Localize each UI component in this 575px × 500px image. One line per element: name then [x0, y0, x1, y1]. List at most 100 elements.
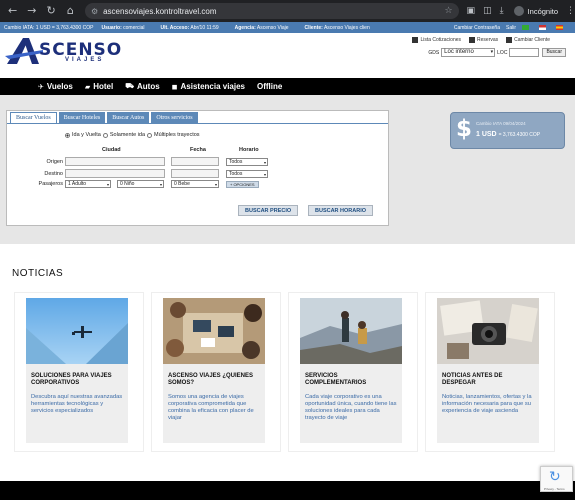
recaptcha-terms[interactable]: Privacy - Terms	[544, 487, 565, 491]
travelers-cliff-image	[300, 298, 402, 364]
destination-label: Destino	[44, 171, 63, 177]
travel-essentials-image	[437, 298, 539, 364]
site-footer	[0, 481, 575, 500]
radio-round-trip[interactable]	[65, 132, 70, 138]
date-header: Fecha	[190, 147, 206, 153]
user-icon	[506, 37, 513, 43]
radio-multi-city[interactable]	[147, 132, 153, 138]
chevron-down-icon: ▾	[490, 49, 494, 55]
children-select[interactable]: 0 Niño ▾	[117, 180, 164, 188]
trip-type-group: Ida y Vuelta Solamente ida Múltiples tra…	[65, 132, 200, 138]
incognito-indicator[interactable]: Incógnito	[513, 6, 559, 16]
browser-menu-icon[interactable]: ⋮	[566, 6, 575, 16]
calendar-icon	[469, 37, 476, 43]
top-links: Lista Cotizaciones Reservas Cambiar Clie…	[412, 37, 550, 43]
bookmark-star-icon[interactable]: ☆	[444, 6, 452, 16]
flag-usa-icon[interactable]	[539, 25, 546, 30]
tab-buscar-autos[interactable]: Buscar Autos	[107, 112, 150, 123]
quotes-list-link[interactable]: Lista Cotizaciones	[412, 37, 461, 43]
incognito-label: Incógnito	[527, 6, 559, 16]
card-title: ASCENSO VIAJES ¿QUIENES SOMOS?	[168, 373, 254, 386]
adults-select[interactable]: 1 Adulto ▾	[65, 180, 111, 188]
flag-brazil-icon[interactable]	[522, 25, 529, 30]
flag-spain-icon[interactable]	[556, 25, 563, 30]
card-description: Descubra aquí nuestras avanzadas herrami…	[31, 394, 123, 414]
iata-exchange-widget: $ Cambio IATA 09/04/2024 1 USD = 3,763.4…	[450, 112, 565, 149]
agency-label: Agencia:	[234, 24, 256, 31]
last-access-label: Ult. Acceso:	[160, 24, 190, 31]
change-client-link[interactable]: Cambiar Cliente	[506, 37, 550, 43]
news-card-news[interactable]: NOTICIAS ANTES DE DESPEGAR Noticias, lan…	[425, 292, 555, 452]
address-bar[interactable]: ⚙ ascensoviajes.kontroltravel.com ☆	[84, 3, 459, 19]
nav-item-asistencia[interactable]: ◼ Asistencia viajes	[172, 82, 245, 91]
destination-date-input[interactable]	[171, 169, 219, 178]
chevron-down-icon: ▾	[214, 182, 217, 187]
loc-search-button[interactable]: Buscar	[542, 48, 566, 57]
one-way-label: Solamente ida	[109, 132, 146, 138]
news-card-services[interactable]: SERVICIOS COMPLEMENTARIOS Cada viaje cor…	[288, 292, 418, 452]
bed-icon: ▰	[84, 82, 91, 91]
origin-date-input[interactable]	[171, 157, 219, 166]
home-icon[interactable]: ⌂	[64, 4, 77, 18]
flight-search-box: Buscar Vuelos Buscar Hoteles Buscar Auto…	[6, 110, 389, 226]
chevron-down-icon: ▾	[263, 160, 266, 165]
exchange-title: Cambio IATA 09/04/2024	[476, 121, 526, 126]
loc-label: LOC	[497, 49, 508, 56]
site-info-icon[interactable]: ⚙	[91, 7, 98, 16]
search-schedule-button[interactable]: BUSCAR HORARIO	[308, 205, 374, 216]
babies-select[interactable]: 0 Bebe ▾	[171, 180, 219, 188]
recaptcha-icon: ↻	[549, 469, 561, 485]
recaptcha-badge[interactable]: ↻ Privacy - Terms	[540, 466, 573, 492]
search-tabs: Buscar Vuelos Buscar Hoteles Buscar Auto…	[10, 112, 200, 123]
logo-subtext: VIAJES	[65, 57, 105, 63]
city-header: Ciudad	[102, 147, 121, 153]
destination-schedule-select[interactable]: Todos ▾	[226, 170, 268, 178]
car-icon: ⛟	[125, 82, 135, 90]
search-price-button[interactable]: BUSCAR PRECIO	[238, 205, 299, 216]
card-title: NOTICIAS ANTES DE DESPEGAR	[442, 373, 503, 386]
browser-toolbar: ← → ↻ ⌂ ⚙ ascensoviajes.kontroltravel.co…	[0, 0, 575, 22]
tab-buscar-vuelos[interactable]: Buscar Vuelos	[10, 112, 57, 123]
sidebar-icon[interactable]: ◫	[483, 6, 492, 16]
dollar-icon: $	[456, 116, 473, 142]
more-options-button[interactable]: + OPCIONES	[226, 181, 259, 188]
gds-select[interactable]: Loc interno ▾	[441, 48, 496, 57]
exchange-rate: 1 USD = 3,763.4300 COP	[476, 131, 541, 138]
destination-input[interactable]	[65, 169, 165, 178]
news-card-corporate[interactable]: SOLUCIONES PARA VIAJES CORPORATIVOS Desc…	[14, 292, 144, 452]
back-icon[interactable]: ←	[6, 4, 19, 18]
passengers-label: Pasajeros	[38, 181, 63, 187]
iata-rate-text: Cambio IATA: 1 USD = 3,763.4300 COP	[4, 24, 94, 31]
origin-schedule-select[interactable]: Todos ▾	[226, 158, 268, 166]
ascenso-logo[interactable]: SCENSO VIAJES	[5, 36, 121, 66]
forward-icon[interactable]: →	[25, 4, 38, 18]
nav-item-hotel[interactable]: ▰ Hotel	[85, 82, 113, 91]
card-description: Somos una agencia de viajes corporativa …	[168, 394, 254, 421]
card-description: Cada viaje corporativo es una oportunida…	[305, 394, 397, 421]
user-label: Usuario:	[101, 24, 122, 31]
incognito-icon	[513, 6, 524, 16]
tab-divider	[7, 123, 388, 124]
agency-value: Ascenso Viaje	[256, 24, 289, 31]
list-icon	[412, 37, 419, 43]
origin-input[interactable]	[65, 157, 165, 166]
radio-one-way[interactable]	[102, 132, 108, 138]
change-password-link[interactable]: Cambiar Contraseña	[454, 25, 500, 31]
news-card-about[interactable]: ASCENSO VIAJES ¿QUIENES SOMOS? Somos una…	[151, 292, 281, 452]
origin-label: Origen	[46, 159, 63, 165]
nav-item-vuelos[interactable]: ✈ Vuelos	[38, 82, 73, 91]
news-section-title: NOTICIAS	[12, 268, 64, 279]
tab-otros-servicios[interactable]: Otros servicios	[151, 112, 198, 123]
reload-icon[interactable]: ↻	[44, 4, 57, 18]
exit-link[interactable]: Salir	[506, 25, 516, 31]
loc-input[interactable]	[509, 48, 540, 57]
multi-city-label: Múltiples trayectos	[154, 132, 200, 138]
tab-buscar-hoteles[interactable]: Buscar Hoteles	[58, 112, 106, 123]
download-icon[interactable]: ⤓	[500, 6, 504, 16]
nav-item-autos[interactable]: ⛟ Autos	[125, 82, 159, 91]
extensions-icon[interactable]: ▣	[467, 6, 476, 16]
url-text: ascensoviajes.kontroltravel.com	[103, 6, 217, 16]
chevron-down-icon: ▾	[263, 172, 266, 177]
reservations-link[interactable]: Reservas	[469, 37, 498, 43]
nav-item-offline[interactable]: Offline	[257, 82, 282, 91]
